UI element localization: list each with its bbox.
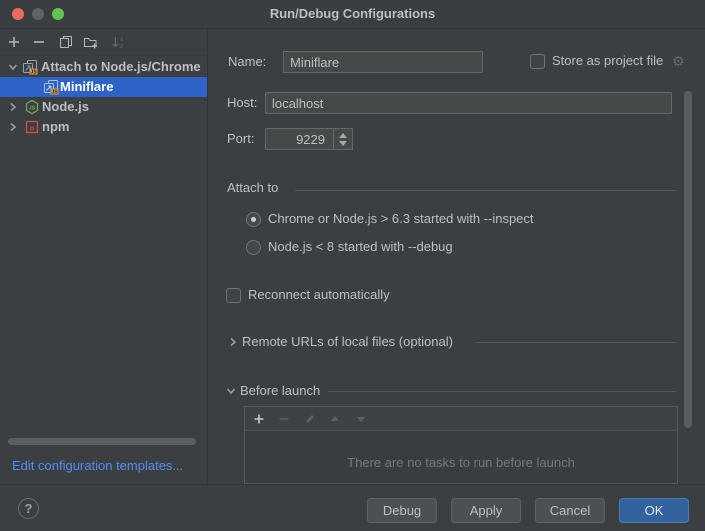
nodejs-icon: JS [24,99,40,115]
svg-text:z: z [120,44,123,49]
dialog-footer: ? Debug Apply Cancel OK [0,484,705,531]
help-button[interactable]: ? [18,498,39,519]
configurations-sidebar: az JS Attach to Node.js/Chrome JS Minifl… [0,29,208,483]
npm-icon: n [24,119,40,135]
add-configuration-icon[interactable] [6,34,22,50]
reconnect-automatically-label: Reconnect automatically [248,287,390,303]
dialog-title: Run/Debug Configurations [0,0,705,28]
attach-config-icon: JS [43,79,59,95]
host-label: Host: [227,92,257,114]
svg-text:JS: JS [29,106,36,112]
section-divider [295,190,676,191]
chevron-down-icon[interactable] [6,60,20,74]
remove-configuration-icon[interactable] [31,34,47,50]
attach-debug-label: Node.js < 8 started with --debug [268,239,453,255]
chevron-right-icon[interactable] [6,120,20,134]
apply-button[interactable]: Apply [451,498,521,523]
attach-debug-radio[interactable] [246,240,261,255]
cancel-button[interactable]: Cancel [535,498,605,523]
no-tasks-message: There are no tasks to run before launch [245,455,677,470]
tree-item-nodejs[interactable]: JS Node.js [0,97,207,117]
move-down-icon[interactable] [353,411,368,426]
sidebar-horizontal-scrollbar[interactable] [8,438,196,445]
edit-task-icon[interactable] [302,411,317,426]
new-folder-icon[interactable] [82,34,98,50]
titlebar: Run/Debug Configurations [0,0,705,29]
tree-item-miniflare[interactable]: JS Miniflare [0,77,207,97]
store-as-project-file-checkbox[interactable] [530,54,545,69]
port-label: Port: [227,128,254,150]
remove-task-icon[interactable] [276,411,291,426]
task-toolbar [245,407,677,431]
attach-config-icon: JS [22,59,38,75]
gear-icon[interactable]: ⚙ [672,54,685,68]
run-debug-configurations-dialog: Run/Debug Configurations az [0,0,705,531]
chevron-right-icon[interactable] [226,335,240,349]
remote-urls-section-header[interactable]: Remote URLs of local files (optional) [242,334,453,350]
tree-item-npm[interactable]: n npm [0,117,207,137]
tree-item-label: Attach to Node.js/Chrome [41,57,207,77]
ok-button[interactable]: OK [619,498,689,523]
port-input[interactable] [265,128,334,150]
chevron-down-icon[interactable] [224,384,238,398]
before-launch-task-panel: There are no tasks to run before launch [244,406,678,484]
chevron-right-icon[interactable] [6,100,20,114]
configuration-form: Name: Store as project file ⚙ Host: Port… [208,29,705,483]
reconnect-automatically-checkbox[interactable] [226,288,241,303]
name-input[interactable] [283,51,483,73]
debug-button[interactable]: Debug [367,498,437,523]
attach-to-section-label: Attach to [227,180,278,196]
store-as-project-file-label: Store as project file [552,53,663,69]
port-stepper[interactable] [334,128,353,150]
sidebar-toolbar: az [0,29,207,56]
svg-text:JS: JS [51,90,58,96]
edit-configuration-templates-link[interactable]: Edit configuration templates... [12,458,183,473]
copy-configuration-icon[interactable] [58,34,74,50]
tree-item-label: npm [42,117,207,137]
svg-text:JS: JS [30,70,37,76]
move-up-icon[interactable] [327,411,342,426]
stepper-down-icon[interactable] [339,141,347,146]
attach-inspect-radio[interactable] [246,212,261,227]
section-divider [476,342,676,343]
host-input[interactable] [265,92,672,114]
tree-item-label: Miniflare [60,77,207,97]
svg-text:a: a [120,37,124,43]
before-launch-section-header[interactable]: Before launch [240,383,320,399]
section-divider [328,391,676,392]
tree-item-attach-node[interactable]: JS Attach to Node.js/Chrome [0,57,207,77]
sort-alphabetically-icon[interactable]: az [110,34,126,50]
form-vertical-scrollbar[interactable] [684,91,692,428]
tree-item-label: Node.js [42,97,207,117]
svg-text:n: n [30,124,35,133]
stepper-up-icon[interactable] [339,133,347,138]
name-label: Name: [228,51,266,73]
attach-inspect-label: Chrome or Node.js > 6.3 started with --i… [268,211,534,227]
add-task-icon[interactable] [251,411,266,426]
